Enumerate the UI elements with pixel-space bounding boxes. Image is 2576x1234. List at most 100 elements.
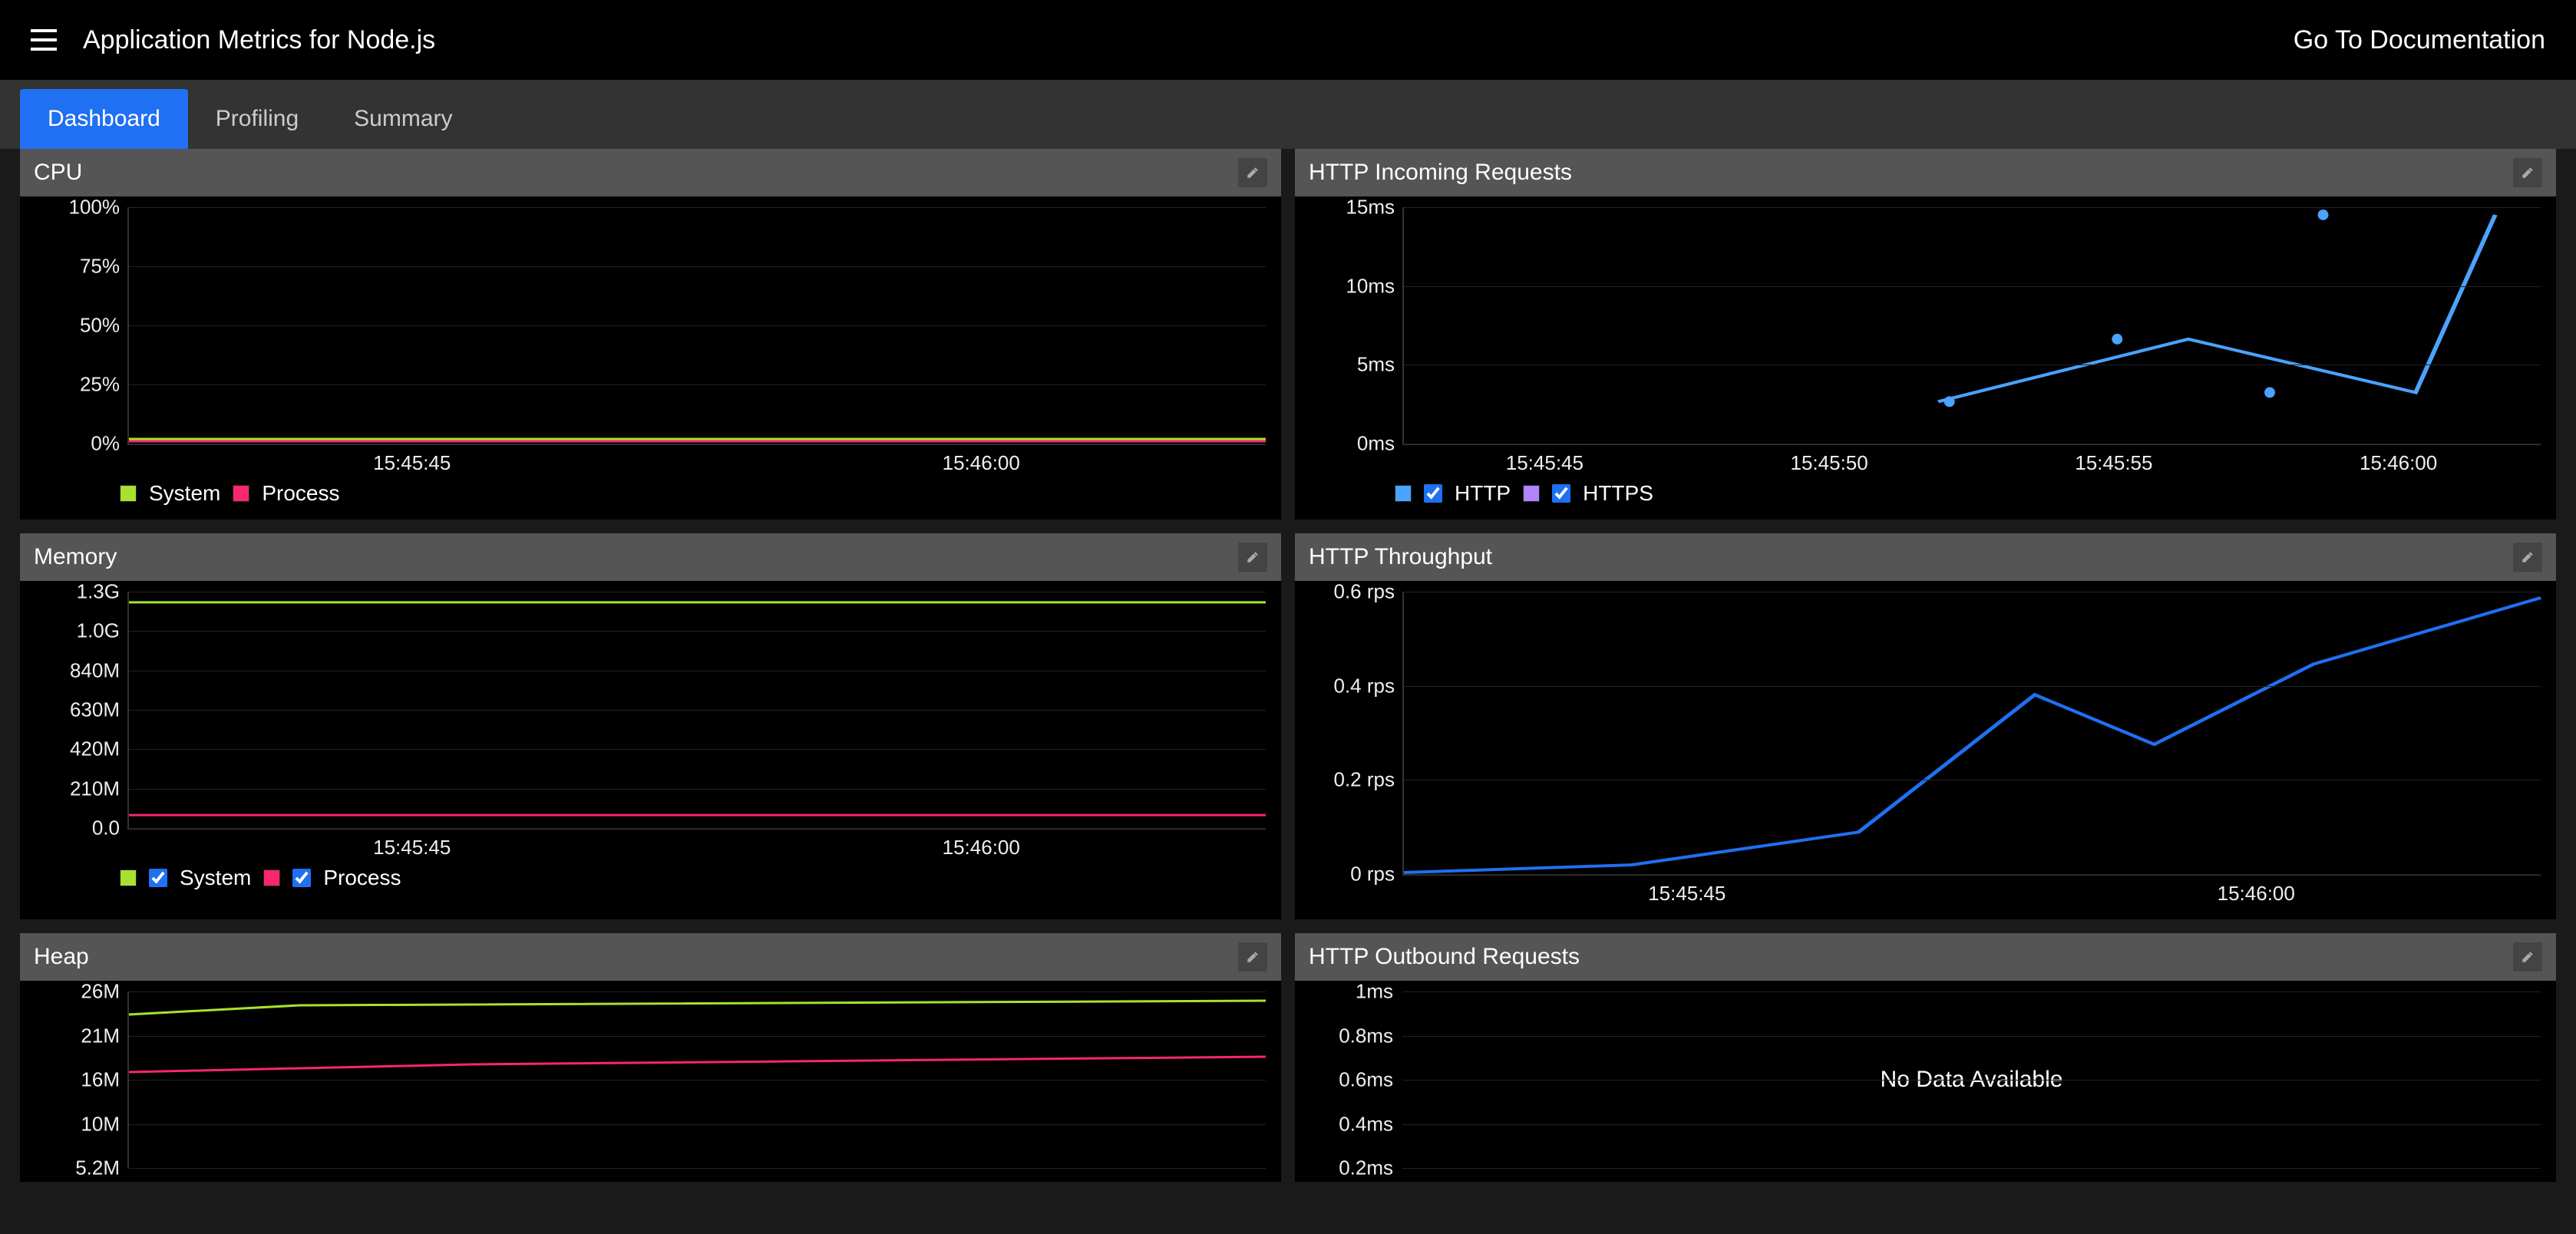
y-tick: 25% [80, 373, 129, 397]
panel-title: Heap [34, 944, 89, 970]
toggle-http[interactable] [1424, 484, 1442, 503]
panel-title: HTTP Outbound Requests [1309, 944, 1580, 970]
gridline [129, 631, 1266, 632]
y-tick: 0.2ms [1339, 1156, 1402, 1180]
panel-body: No Data Available 1ms0.8ms0.6ms0.4ms0.2m… [1295, 981, 2556, 1182]
chart-memory: 1.3G1.0G840M630M420M210M0.0 [127, 592, 1266, 830]
x-tick: 15:45:45 [1402, 882, 1972, 906]
y-tick: 1ms [1356, 980, 1402, 1004]
gridline [129, 749, 1266, 750]
edit-icon[interactable] [2513, 942, 2542, 972]
swatch-http [1395, 485, 1412, 502]
swatch-process [233, 485, 249, 502]
panel-header-cpu: CPU [20, 149, 1281, 196]
dashboard-grid: CPU 100%75%50%25%0% 15:45:4515:46:00 Sys… [0, 149, 2576, 1182]
panel-http-outbound: HTTP Outbound Requests No Data Available… [1295, 933, 2556, 1182]
edit-icon[interactable] [1238, 543, 1267, 572]
chart-http-outbound: No Data Available 1ms0.8ms0.6ms0.4ms0.2m… [1402, 991, 2541, 1168]
edit-icon[interactable] [1238, 942, 1267, 972]
y-tick: 840M [70, 658, 129, 682]
edit-icon[interactable] [2513, 543, 2542, 572]
tab-summary[interactable]: Summary [326, 89, 480, 149]
swatch-system [120, 869, 137, 886]
x-tick: 15:46:00 [697, 836, 1267, 860]
y-tick: 0.2 rps [1334, 768, 1405, 792]
y-tick: 21M [81, 1024, 129, 1048]
gridline [129, 266, 1266, 267]
toggle-system[interactable] [149, 869, 167, 887]
x-tick: 15:45:50 [1687, 451, 1972, 475]
y-tick: 26M [81, 980, 129, 1004]
panel-body: 26M 21M 16M 10M 5.2M [20, 981, 1281, 1182]
toggle-https[interactable] [1552, 484, 1570, 503]
panel-header: HTTP Outbound Requests [1295, 933, 2556, 981]
x-tick: 15:46:00 [1972, 882, 2541, 906]
panel-title: HTTP Incoming Requests [1309, 160, 1572, 186]
swatch-https [1523, 485, 1540, 502]
x-tick: 15:45:45 [127, 836, 697, 860]
y-tick: 10M [81, 1112, 129, 1136]
toggle-process[interactable] [292, 869, 311, 887]
y-tick: 0.8ms [1339, 1024, 1402, 1048]
tab-dashboard[interactable]: Dashboard [20, 89, 188, 149]
panel-title: CPU [34, 160, 82, 186]
gridline [1404, 686, 2541, 687]
legend-cpu: System Process [35, 481, 1266, 506]
gridline [1404, 874, 2541, 875]
gridline [1402, 1168, 2541, 1169]
panel-http-throughput: HTTP Throughput 0.6 rps0.4 rps0.2 rps0 r… [1295, 533, 2556, 919]
chart-http-incoming: 15ms10ms5ms0ms [1402, 207, 2541, 445]
chart-http-throughput: 0.6 rps0.4 rps0.2 rps0 rps [1402, 592, 2541, 876]
panel-cpu: CPU 100%75%50%25%0% 15:45:4515:46:00 Sys… [20, 149, 1281, 520]
gridline [129, 384, 1266, 385]
y-tick: 10ms [1346, 274, 1404, 298]
panel-body: 1.3G1.0G840M630M420M210M0.0 15:45:4515:4… [20, 581, 1281, 904]
gridline [129, 1168, 1266, 1169]
x-tick: 15:45:55 [1972, 451, 2257, 475]
tab-profiling[interactable]: Profiling [188, 89, 326, 149]
panel-memory: Memory 1.3G1.0G840M630M420M210M0.0 15:45… [20, 533, 1281, 919]
edit-icon[interactable] [1238, 158, 1267, 187]
y-tick: 5ms [1357, 353, 1404, 377]
gridline [1404, 207, 2541, 208]
panel-header: Heap [20, 933, 1281, 981]
tabs: Dashboard Profiling Summary [0, 80, 2576, 149]
panel-body: 15ms10ms5ms0ms 15:45:4515:45:5015:45:551… [1295, 196, 2556, 520]
legend-memory: System Process [35, 866, 1266, 890]
gridline [129, 1036, 1266, 1037]
x-axis: 15:45:4515:46:00 [127, 451, 1266, 475]
gridline [1404, 286, 2541, 287]
documentation-link[interactable]: Go To Documentation [2294, 25, 2545, 55]
panel-heap: Heap 26M 21M 16M 10M 5.2M [20, 933, 1281, 1182]
chart-heap: 26M21M16M10M5.2M [127, 991, 1266, 1168]
y-tick: 0% [91, 432, 129, 456]
panel-body: 0.6 rps0.4 rps0.2 rps0 rps 15:45:4515:46… [1295, 581, 2556, 919]
legend-label: Process [323, 866, 401, 890]
x-axis: 15:45:4515:46:00 [127, 836, 1266, 860]
y-tick: 5.2M [75, 1156, 129, 1180]
menu-icon[interactable] [31, 29, 57, 51]
gridline [1402, 1080, 2541, 1081]
panel-header: HTTP Throughput [1295, 533, 2556, 581]
y-tick: 16M [81, 1068, 129, 1092]
gridline [129, 991, 1266, 992]
legend-label: System [180, 866, 251, 890]
panel-body: 100%75%50%25%0% 15:45:4515:46:00 System … [20, 196, 1281, 520]
y-tick: 75% [80, 255, 129, 279]
gridline [129, 710, 1266, 711]
y-tick: 0.6 rps [1334, 580, 1405, 604]
panel-header: Memory [20, 533, 1281, 581]
x-tick: 15:46:00 [697, 451, 1267, 475]
y-tick: 420M [70, 737, 129, 761]
panel-http-incoming: HTTP Incoming Requests 15ms10ms5ms [1295, 149, 2556, 520]
edit-icon[interactable] [2513, 158, 2542, 187]
gridline [1402, 1036, 2541, 1037]
app-title: Application Metrics for Node.js [83, 25, 435, 55]
topbar: Application Metrics for Node.js Go To Do… [0, 0, 2576, 80]
gridline [129, 789, 1266, 790]
x-tick: 15:46:00 [2256, 451, 2541, 475]
y-tick: 0ms [1357, 432, 1404, 456]
y-tick: 1.0G [77, 619, 129, 643]
legend-http-in: HTTP HTTPS [1310, 481, 2541, 506]
y-tick: 100% [69, 196, 130, 219]
